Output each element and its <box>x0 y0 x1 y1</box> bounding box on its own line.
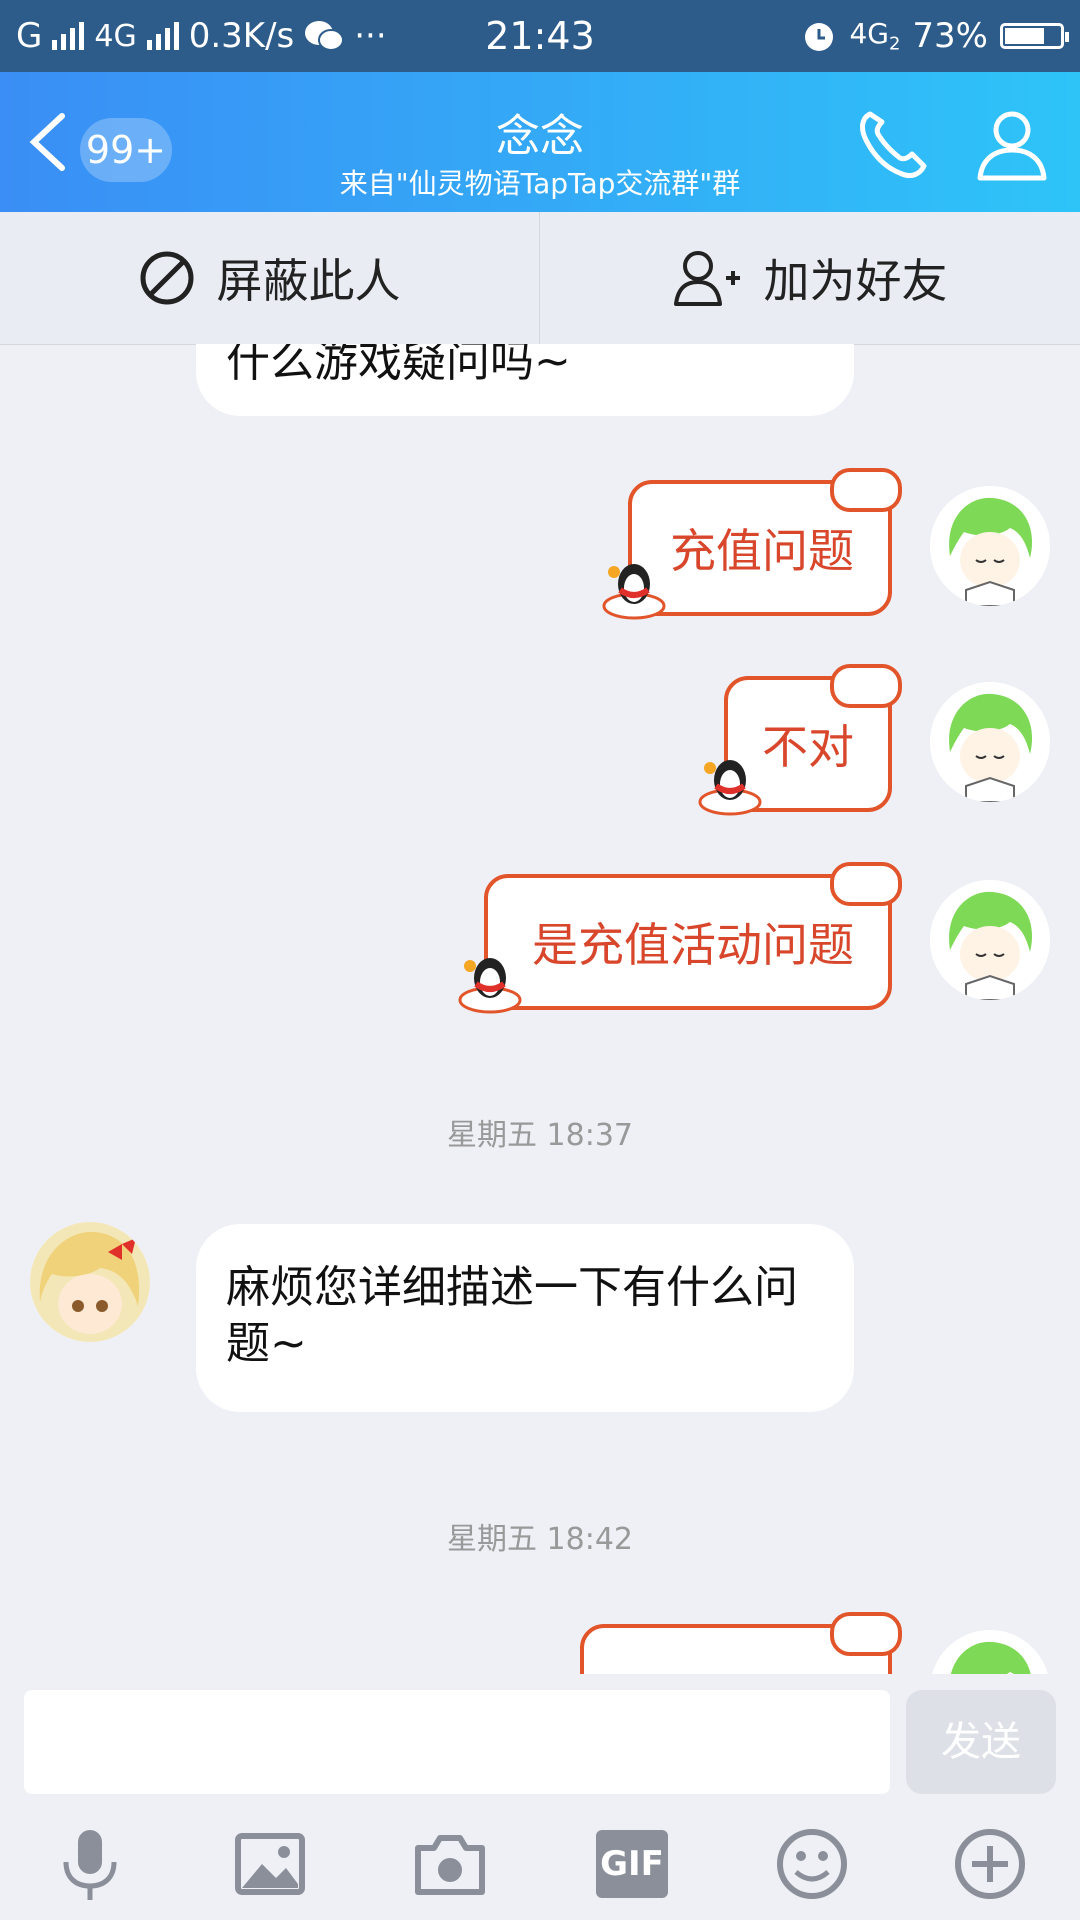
cloud-decoration <box>830 1612 902 1656</box>
penguin-sticker-icon <box>698 760 762 816</box>
message-text: 什么游戏疑问吗~ <box>226 344 571 387</box>
message-text: 麻烦您详细描述一下有什么问题~ <box>226 1262 798 1369</box>
camera-icon[interactable] <box>410 1824 490 1904</box>
sticker-message[interactable]: 充值问题 <box>602 468 902 620</box>
cloud-decoration <box>830 664 902 708</box>
network-type: 4G2 <box>849 17 900 55</box>
add-friend-button[interactable]: 加为好友 <box>540 212 1079 344</box>
green-hair-avatar-icon <box>930 682 1050 802</box>
profile-icon[interactable] <box>972 104 1052 184</box>
status-bar: G 4G 0.3K/s ··· 21:43 4G2 73% <box>0 0 1080 72</box>
green-hair-avatar-icon <box>930 486 1050 606</box>
block-label: 屏蔽此人 <box>216 254 401 308</box>
network-label: 4G <box>849 17 889 51</box>
battery-percent: 73% <box>912 16 988 56</box>
microphone-icon[interactable] <box>50 1824 130 1904</box>
gif-icon[interactable]: GIF <box>596 1830 668 1898</box>
timestamp: 星期五 18:42 <box>447 1522 633 1557</box>
message-input[interactable] <box>24 1690 890 1794</box>
my-avatar[interactable] <box>930 682 1050 802</box>
image-icon[interactable] <box>230 1824 310 1904</box>
penguin-sticker-icon <box>602 564 666 620</box>
message-bubble-incoming[interactable]: 什么游戏疑问吗~ <box>196 344 854 416</box>
sticker-message[interactable]: 不对 <box>698 664 902 816</box>
my-avatar[interactable] <box>930 880 1050 1000</box>
add-friend-label: 加为好友 <box>763 254 948 308</box>
phone-icon[interactable] <box>852 104 932 184</box>
input-bar: 发送 GIF <box>0 1674 1080 1920</box>
my-avatar[interactable] <box>930 486 1050 606</box>
message-list[interactable]: 什么游戏疑问吗~ 充值问题 不对 是充值活动问题 星期五 18:37 麻烦您详细… <box>0 344 1080 1674</box>
timestamp: 星期五 18:37 <box>447 1118 633 1153</box>
anime-girl-avatar-icon <box>30 1222 150 1342</box>
sticker-text: 充值问题 <box>670 524 854 578</box>
chat-header: 99+ 念念 来自"仙灵物语TapTap交流群"群 <box>0 72 1080 212</box>
sender-avatar[interactable] <box>30 1222 150 1342</box>
send-button[interactable]: 发送 <box>906 1690 1056 1794</box>
plus-icon[interactable] <box>950 1824 1030 1904</box>
emoji-icon[interactable] <box>772 1824 852 1904</box>
cloud-decoration <box>830 468 902 512</box>
my-avatar[interactable] <box>930 1630 1050 1674</box>
add-friend-icon <box>673 251 740 306</box>
battery-fill <box>1005 28 1044 44</box>
green-hair-avatar-icon <box>930 880 1050 1000</box>
sticker-text: 是充值活动问题 <box>532 918 854 972</box>
block-icon <box>140 251 193 305</box>
block-button[interactable]: 屏蔽此人 <box>0 212 540 344</box>
sim-slot: 2 <box>888 33 901 55</box>
cloud-decoration <box>830 862 902 906</box>
green-hair-avatar-icon <box>930 1630 1050 1674</box>
stranger-action-bar: 屏蔽此人 加为好友 <box>0 212 1080 345</box>
battery-icon <box>1000 23 1069 49</box>
sticker-text: 不对 <box>762 720 854 774</box>
message-bubble-incoming[interactable]: 麻烦您详细描述一下有什么问题~ <box>196 1224 854 1412</box>
sticker-message[interactable]: 是充值活动问题 <box>458 862 902 1014</box>
sticker-message[interactable] <box>580 1612 902 1674</box>
penguin-sticker-icon <box>458 958 522 1014</box>
alarm-icon <box>805 23 834 51</box>
status-right: 4G2 73% <box>801 16 1069 56</box>
